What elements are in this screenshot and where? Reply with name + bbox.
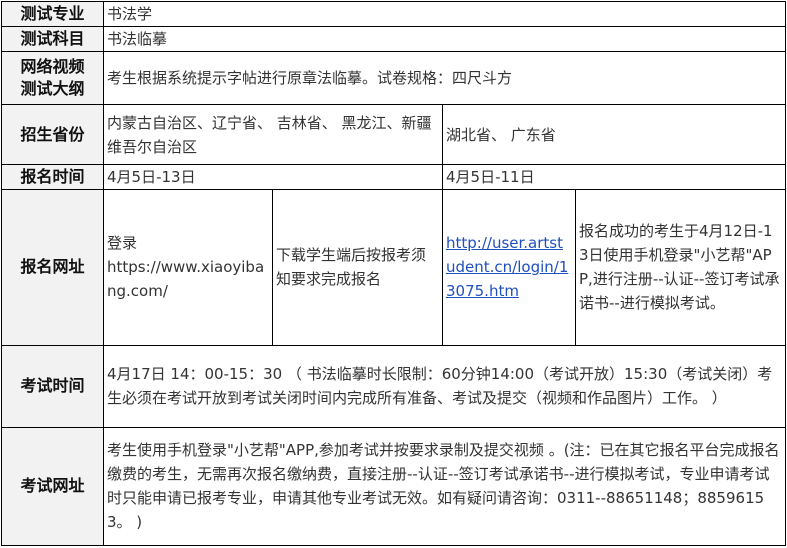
reg-site-group-a: 登录 https://www.xiaoyibang.com/	[103, 189, 273, 346]
value-outline: 考生根据系统提示字帖进行原章法临摹。试卷规格：四尺斗方	[102, 51, 787, 106]
label-major: 测试专业	[1, 0, 104, 28]
value-subject: 书法临摹	[102, 26, 787, 53]
label-outline-line1: 网络视频	[20, 57, 85, 77]
reg-site-a-title: 登录	[107, 234, 138, 253]
provinces-group-b: 湖北省、 广东省	[441, 104, 787, 166]
label-outline-line2: 测试大纲	[20, 79, 85, 99]
reg-site-a-instruction: 下载学生端后按报考须知要求完成报名	[272, 189, 443, 346]
reg-site-b-cell: http://user.artstudent.cn/login/13075.ht…	[442, 189, 576, 346]
value-exam-site: 考生使用手机登录"小艺帮"APP,参加考试并按要求录制及提交视频 。(注：已在其…	[102, 426, 787, 547]
reg-site-a-url: https://www.xiaoyibang.com/	[107, 258, 265, 301]
row-exam-time: 考试时间 4月17日 14：00-15：30 （ 书法临摹时长限制：60分钟14…	[1, 344, 787, 428]
row-exam-site: 考试网址 考生使用手机登录"小艺帮"APP,参加考试并按要求录制及提交视频 。(…	[1, 426, 787, 547]
row-outline: 网络视频 测试大纲 考生根据系统提示字帖进行原章法临摹。试卷规格：四尺斗方	[1, 51, 787, 106]
reg-time-group-b: 4月5日-11日	[441, 164, 787, 191]
label-provinces: 招生省份	[1, 104, 104, 166]
label-exam-time: 考试时间	[1, 344, 104, 428]
label-reg-time: 报名时间	[1, 164, 104, 191]
label-reg-site: 报名网址	[1, 189, 104, 346]
row-reg-site: 报名网址 登录 https://www.xiaoyibang.com/ 下载学生端…	[1, 189, 787, 346]
reg-site-b-instruction: 报名成功的考生于4月12日-13日使用手机登录"小艺帮"APP,进行注册--认证…	[574, 189, 787, 346]
reg-site-b-link[interactable]: http://user.artstudent.cn/login/13075.ht…	[446, 234, 568, 300]
row-provinces: 招生省份 内蒙古自治区、辽宁省、 吉林省、 黑龙江、新疆维吾尔自治区 湖北省、 …	[1, 104, 787, 166]
row-major: 测试专业 书法学	[1, 0, 787, 28]
label-outline: 网络视频 测试大纲	[1, 51, 104, 106]
label-subject: 测试科目	[1, 26, 104, 53]
value-major: 书法学	[102, 0, 787, 28]
reg-time-group-a: 4月5日-13日	[103, 164, 443, 191]
exam-info-table: 测试专业 书法学 测试科目 书法临摹 网络视频 测试大纲 考生根据系统提示字帖进行…	[1, 0, 787, 547]
row-reg-time: 报名时间 4月5日-13日 4月5日-11日	[1, 164, 787, 191]
value-exam-time: 4月17日 14：00-15：30 （ 书法临摹时长限制：60分钟14:00（考…	[102, 344, 787, 428]
provinces-group-a: 内蒙古自治区、辽宁省、 吉林省、 黑龙江、新疆维吾尔自治区	[103, 104, 443, 166]
row-subject: 测试科目 书法临摹	[1, 26, 787, 53]
label-exam-site: 考试网址	[1, 426, 104, 547]
